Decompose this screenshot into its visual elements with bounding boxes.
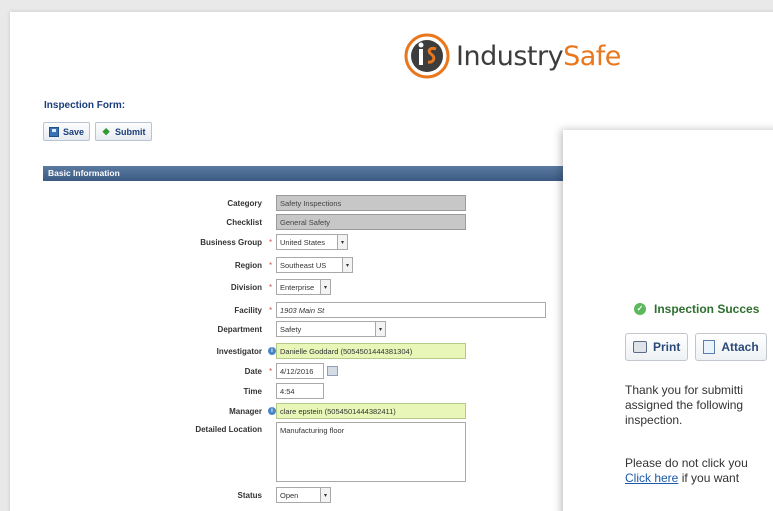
save-button[interactable]: Save bbox=[43, 122, 91, 141]
calendar-icon[interactable] bbox=[327, 366, 338, 376]
field-row-business-group: Business Group * United States ▾ bbox=[43, 233, 348, 251]
required-marker: * bbox=[269, 366, 273, 376]
region-value: Southeast US bbox=[280, 261, 327, 270]
required-marker: * bbox=[269, 305, 273, 315]
detailed-location-label: Detailed Location bbox=[195, 425, 262, 434]
logo-text-industry: Industry bbox=[456, 40, 564, 72]
field-row-status: Status Open ▾ bbox=[43, 486, 331, 504]
manager-field[interactable]: clare epstein (5054501444382411) bbox=[276, 403, 466, 419]
department-select[interactable]: Safety ▾ bbox=[276, 321, 386, 337]
investigator-label: Investigator bbox=[216, 346, 262, 356]
field-row-checklist: Checklist General Safety bbox=[43, 213, 466, 231]
date-field[interactable]: 4/12/2016 bbox=[276, 363, 324, 379]
field-row-department: Department Safety ▾ bbox=[43, 320, 386, 338]
chevron-down-icon: ▾ bbox=[342, 258, 352, 272]
region-label: Region bbox=[234, 260, 262, 270]
field-row-investigator: Investigator i Danielle Goddard (5054501… bbox=[43, 342, 466, 360]
success-heading: ✓ Inspection Succes bbox=[634, 302, 759, 316]
save-button-label: Save bbox=[63, 126, 85, 137]
message-line: assigned the following bbox=[625, 398, 744, 412]
department-label: Department bbox=[217, 324, 262, 334]
printer-icon bbox=[633, 341, 647, 353]
attach-button[interactable]: Attach bbox=[695, 333, 767, 361]
submit-icon: ◆ bbox=[102, 126, 110, 136]
message-line: Thank you for submitti bbox=[625, 383, 744, 397]
date-label: Date bbox=[244, 366, 262, 376]
attachment-icon bbox=[703, 340, 716, 354]
chevron-down-icon: ▾ bbox=[320, 488, 330, 502]
logo-emblem-icon bbox=[404, 33, 450, 79]
checklist-field[interactable]: General Safety bbox=[276, 214, 466, 230]
detailed-location-textarea[interactable]: Manufacturing floor bbox=[276, 422, 466, 482]
checklist-label: Checklist bbox=[226, 217, 262, 227]
save-icon bbox=[49, 126, 59, 137]
field-row-facility: Facility * 1903 Main St bbox=[43, 301, 546, 319]
field-row-division: Division * Enterprise ▾ bbox=[43, 278, 331, 296]
division-label: Division bbox=[230, 282, 262, 292]
field-row-category: Category Safety Inspections bbox=[43, 194, 466, 212]
department-value: Safety bbox=[280, 325, 302, 334]
success-dialog bbox=[563, 130, 773, 511]
chevron-down-icon: ▾ bbox=[320, 280, 330, 294]
info-icon[interactable]: i bbox=[266, 407, 276, 415]
division-value: Enterprise bbox=[280, 283, 315, 292]
form-title: Inspection Form: bbox=[44, 100, 126, 111]
field-row-region: Region * Southeast US ▾ bbox=[43, 256, 353, 274]
field-row-time: Time 4:54 bbox=[43, 382, 324, 400]
manager-label: Manager bbox=[229, 406, 262, 416]
success-text: Inspection Succes bbox=[654, 302, 760, 316]
region-select[interactable]: Southeast US ▾ bbox=[276, 257, 353, 273]
status-select[interactable]: Open ▾ bbox=[276, 487, 331, 503]
division-select[interactable]: Enterprise ▾ bbox=[276, 279, 331, 295]
time-label: Time bbox=[243, 386, 262, 396]
required-marker: * bbox=[269, 260, 273, 270]
facility-label: Facility bbox=[234, 305, 262, 315]
message-line: Please do not click you bbox=[625, 456, 748, 470]
time-field[interactable]: 4:54 bbox=[276, 383, 324, 399]
dialog-message-secondary: Please do not click you Click here if yo… bbox=[625, 456, 748, 486]
business-group-value: United States bbox=[280, 238, 326, 247]
message-line-with-link: Click here if you want bbox=[625, 471, 748, 486]
submit-button-label: Submit bbox=[115, 126, 146, 137]
required-marker: * bbox=[269, 282, 273, 292]
field-row-date: Date * 4/12/2016 bbox=[43, 362, 338, 380]
message-link-trailing: if you want bbox=[678, 471, 740, 485]
check-circle-icon: ✓ bbox=[634, 303, 646, 315]
print-button-label: Print bbox=[653, 340, 681, 354]
status-value: Open bbox=[280, 491, 299, 500]
business-group-select[interactable]: United States ▾ bbox=[276, 234, 348, 250]
status-label: Status bbox=[237, 490, 262, 500]
industrysafe-logo: IndustrySafe bbox=[404, 28, 634, 84]
info-icon[interactable]: i bbox=[266, 347, 276, 355]
investigator-field[interactable]: Danielle Goddard (5054501444381304) bbox=[276, 343, 466, 359]
print-button[interactable]: Print bbox=[625, 333, 689, 361]
business-group-label: Business Group bbox=[200, 237, 262, 247]
logo-text-safe: Safe bbox=[563, 40, 621, 72]
chevron-down-icon: ▾ bbox=[337, 235, 347, 249]
category-field[interactable]: Safety Inspections bbox=[276, 195, 466, 211]
click-here-link[interactable]: Click here bbox=[625, 471, 678, 485]
dialog-actions: Print Attach bbox=[625, 333, 767, 361]
message-line: inspection. bbox=[625, 413, 683, 427]
submit-button[interactable]: ◆ Submit bbox=[95, 122, 152, 141]
field-row-manager: Manager i clare epstein (505450144438241… bbox=[43, 402, 466, 420]
chevron-down-icon: ▾ bbox=[375, 322, 385, 336]
form-toolbar: Save ◆ Submit bbox=[43, 122, 152, 141]
category-label: Category bbox=[227, 198, 262, 208]
logo-text: IndustrySafe bbox=[456, 41, 621, 72]
attach-button-label: Attach bbox=[721, 340, 759, 354]
required-marker: * bbox=[269, 237, 273, 247]
facility-field[interactable]: 1903 Main St bbox=[276, 302, 546, 318]
field-row-detailed-location: Detailed Location Manufacturing floor bbox=[43, 422, 466, 484]
dialog-message: Thank you for submitti assigned the foll… bbox=[625, 383, 743, 428]
